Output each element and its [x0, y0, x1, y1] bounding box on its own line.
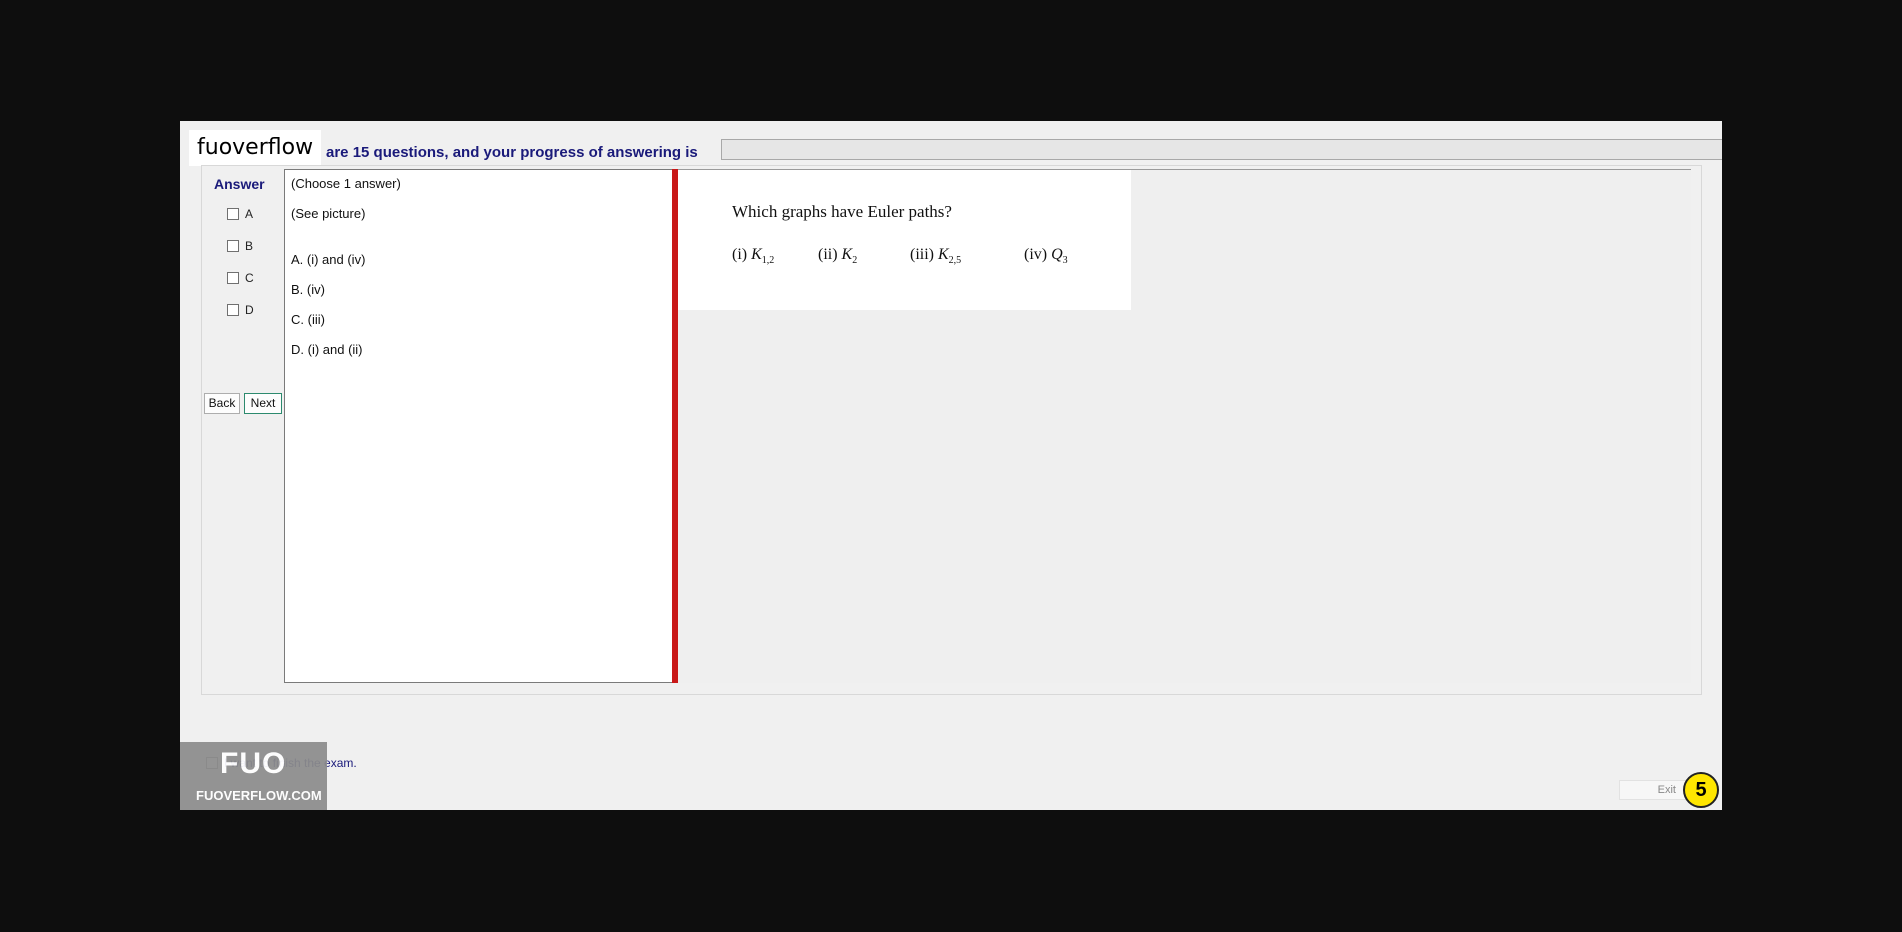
next-button[interactable]: Next	[244, 393, 282, 414]
option-b-label: B	[245, 239, 254, 253]
progress-label: are 15 questions, and your progress of a…	[326, 144, 698, 161]
question-title: Which graphs have Euler paths?	[732, 202, 952, 221]
graph-item-4-num: (iv)	[1024, 246, 1048, 263]
choice-d-text: D. (i) and (ii)	[291, 342, 363, 357]
option-c[interactable]: C	[227, 270, 254, 286]
graph-item-2-num: (ii)	[818, 246, 838, 263]
page-number-badge: 5	[1683, 772, 1719, 808]
answer-title: Answer	[214, 176, 265, 192]
graph-item-1-letter: K	[751, 246, 762, 263]
graph-item-2-letter: K	[841, 246, 853, 263]
back-button[interactable]: Back	[204, 393, 240, 414]
graph-item-2: (ii) K2	[818, 246, 857, 266]
option-c-label: C	[245, 271, 254, 285]
graph-item-1: (i) K1,2	[732, 246, 774, 266]
graph-item-4-sub: 3	[1062, 255, 1068, 267]
instruction-text: (Choose 1 answer)	[291, 176, 401, 191]
question-text-panel[interactable]: (Choose 1 answer) (See picture) A. (i) a…	[284, 169, 673, 683]
graph-item-3-letter: K	[938, 246, 949, 263]
option-b-checkbox[interactable]	[227, 240, 239, 252]
option-d[interactable]: D	[227, 302, 254, 318]
hint-text: (See picture)	[291, 206, 366, 221]
exam-window: are 15 questions, and your progress of a…	[180, 121, 1722, 810]
choice-c-text: C. (iii)	[291, 312, 325, 327]
watermark-mark: FUO	[220, 747, 287, 780]
graph-item-3-sub: 2,5	[948, 255, 962, 267]
choice-a-text: A. (i) and (iv)	[291, 252, 366, 267]
graph-item-2-sub: 2	[852, 255, 858, 267]
option-b[interactable]: B	[227, 238, 253, 254]
graph-item-4-letter: Q	[1051, 246, 1063, 263]
graph-item-1-num: (i)	[732, 246, 748, 263]
option-a-checkbox[interactable]	[227, 208, 239, 220]
option-c-checkbox[interactable]	[227, 272, 239, 284]
option-a[interactable]: A	[227, 206, 253, 222]
question-image-area: Which graphs have Euler paths? (i) K1,2 …	[678, 169, 1691, 683]
graph-item-3: (iii) K2,5	[910, 246, 961, 266]
graph-item-3-num: (iii)	[910, 246, 934, 263]
progress-bar	[721, 139, 1722, 160]
watermark-logo: fuoverflow	[189, 130, 321, 166]
option-d-checkbox[interactable]	[227, 304, 239, 316]
graph-item-4: (iv) Q3	[1024, 246, 1068, 266]
watermark-badge: FUO FUOVERFLOW.COM	[180, 742, 327, 810]
option-d-label: D	[245, 303, 254, 317]
option-a-label: A	[245, 207, 254, 221]
watermark-url: FUOVERFLOW.COM	[196, 788, 322, 803]
graph-item-1-sub: 1,2	[761, 255, 775, 267]
question-image: Which graphs have Euler paths? (i) K1,2 …	[678, 170, 1131, 310]
choice-b-text: B. (iv)	[291, 282, 325, 297]
